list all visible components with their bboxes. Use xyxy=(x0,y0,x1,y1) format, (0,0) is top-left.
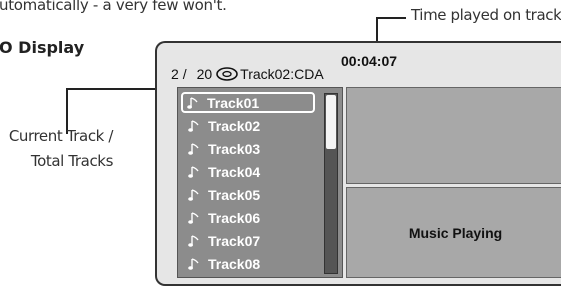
track-list-item-label: Track02 xyxy=(208,117,261,134)
current-track-number: 2 xyxy=(171,66,179,82)
track-list-item-label: Track04 xyxy=(208,163,261,180)
track-info-line: 2 / 20 Track02:CDA xyxy=(171,66,324,82)
music-note-icon xyxy=(184,142,204,156)
music-note-icon xyxy=(184,211,204,225)
track-list-scrollbar[interactable] xyxy=(324,93,338,274)
track-list-item-label: Track01 xyxy=(207,94,260,111)
music-note-icon xyxy=(184,188,204,202)
track-list-item-6[interactable]: Track06 xyxy=(184,207,312,228)
track-list-item-label: Track05 xyxy=(208,186,261,203)
track-list-item-3[interactable]: Track03 xyxy=(184,138,312,159)
music-note-icon xyxy=(184,119,204,133)
track-list-item-label: Track06 xyxy=(208,209,261,226)
playback-status-text: Music Playing xyxy=(408,224,503,241)
track-list-item-4[interactable]: Track04 xyxy=(184,161,312,182)
track-list-item-8[interactable]: Track08 xyxy=(184,253,312,274)
total-tracks: 20 xyxy=(196,66,213,82)
track-count-callout-line1: Current Track / xyxy=(8,127,114,145)
track-list-item-label: Track08 xyxy=(208,255,261,272)
track-list-item-7[interactable]: Track07 xyxy=(184,230,312,251)
now-playing-title: Track02:CDA xyxy=(240,66,324,82)
track-list-item-label: Track07 xyxy=(208,232,261,249)
track-separator: / xyxy=(182,66,187,82)
track-list-item-1[interactable]: Track01 xyxy=(181,92,315,113)
track-list[interactable]: Track01 Track02 Track03 Track04 Track05 xyxy=(177,87,343,278)
manual-intro-text: utomatically - a very few won't. xyxy=(0,0,227,14)
preview-pane xyxy=(346,87,561,184)
music-note-icon xyxy=(184,165,204,179)
disc-icon xyxy=(216,66,238,82)
track-list-item-label: Track03 xyxy=(208,140,261,157)
music-note-icon xyxy=(183,96,203,110)
track-count-callout-line2: Total Tracks xyxy=(30,152,113,170)
time-callout-leader-horizontal xyxy=(376,17,406,19)
manual-section-heading: O Display xyxy=(0,38,85,57)
track-list-item-2[interactable]: Track02 xyxy=(184,115,312,136)
music-player-screen: 00:04:07 2 / 20 Track02:CDA Track01 Trac… xyxy=(155,41,561,286)
time-played-callout: Time played on track xyxy=(411,6,561,24)
track-count-callout: Current Track / Total Tracks xyxy=(0,124,114,174)
playback-status-pane: Music Playing xyxy=(346,187,561,278)
track-list-item-5[interactable]: Track05 xyxy=(184,184,312,205)
music-note-icon xyxy=(184,257,204,271)
music-note-icon xyxy=(184,234,204,248)
scrollbar-thumb[interactable] xyxy=(326,95,336,149)
